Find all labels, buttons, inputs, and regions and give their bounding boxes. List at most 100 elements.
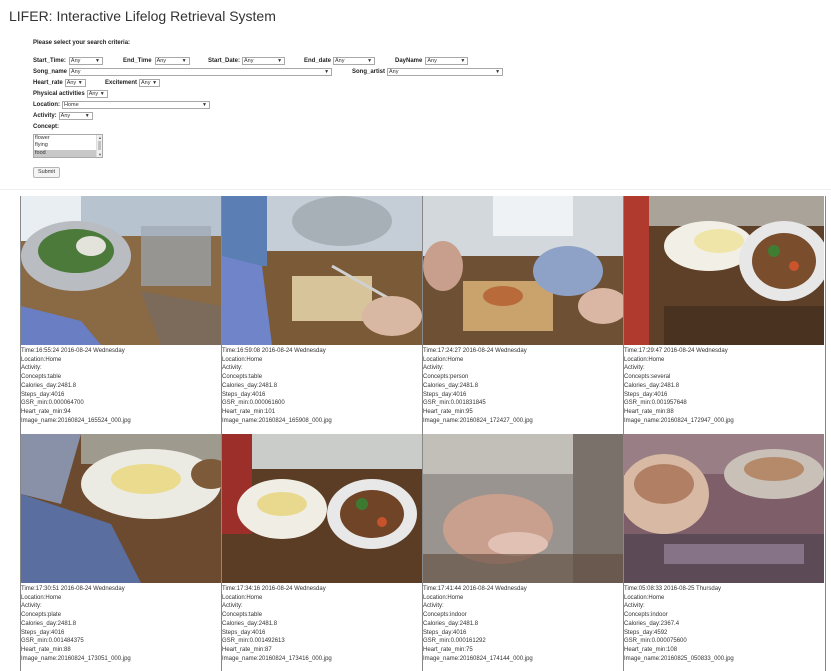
- song-artist-select[interactable]: Any ▼: [387, 68, 504, 76]
- result-calories: Calories_day:2367.4: [624, 620, 680, 627]
- concept-option-flying[interactable]: flying: [34, 142, 102, 149]
- lifelog-photo[interactable]: [21, 196, 221, 345]
- submit-button[interactable]: Submit: [33, 167, 60, 178]
- result-calories: Calories_day:2481.8: [21, 382, 77, 389]
- listbox-scrollbar[interactable]: ▲ ▼: [96, 135, 102, 157]
- concept-listbox[interactable]: flower flying food ▲ ▼: [33, 134, 103, 158]
- result-meta: Time:17:30:51 2016-08-24 Wednesday Locat…: [21, 585, 221, 663]
- result-location: Location:Home: [21, 356, 62, 363]
- result-calories: Calories_day:2481.8: [222, 382, 278, 389]
- excitement-select[interactable]: Any ▼: [139, 79, 161, 87]
- start-time-select[interactable]: Any ▼: [68, 57, 103, 65]
- result-concepts: Concepts:indoor: [624, 612, 668, 619]
- lifelog-photo[interactable]: [222, 434, 422, 583]
- result-location: Location:Home: [423, 356, 464, 363]
- result-heart-rate: Heart_rate_min:87: [222, 646, 272, 653]
- result-heart-rate: Heart_rate_min:88: [624, 408, 674, 415]
- result-image-name: Image_name:20160824_173416_000.jpg: [222, 655, 332, 662]
- result-item: Time:17:29:47 2016-08-24 Wednesday Locat…: [624, 196, 824, 434]
- heart-rate-select[interactable]: Any ▼: [64, 79, 86, 87]
- chevron-down-icon: ▼: [495, 69, 501, 75]
- location-label: Location:: [33, 102, 60, 108]
- physical-activities-label: Physical activities: [33, 91, 85, 97]
- result-time: Time:17:30:51 2016-08-24 Wednesday: [21, 586, 125, 592]
- result-heart-rate: Heart_rate_min:95: [423, 408, 473, 415]
- chevron-down-icon: ▼: [324, 69, 330, 75]
- result-concepts: Concepts:several: [624, 374, 671, 381]
- result-steps: Steps_day:4016: [222, 391, 266, 398]
- chevron-down-icon: ▼: [84, 113, 90, 119]
- result-calories: Calories_day:2481.8: [21, 620, 77, 627]
- result-image-name: Image_name:20160824_172947_000.jpg: [624, 417, 734, 424]
- result-gsr: GSR_min:0.001492613: [222, 638, 285, 645]
- result-meta: Time:05:08:33 2016-08-25 Thursday Locati…: [624, 585, 824, 663]
- chevron-down-icon: ▼: [367, 58, 373, 64]
- start-time-label: Start_Time:: [33, 58, 66, 64]
- result-time: Time:17:24:27 2016-08-24 Wednesday: [423, 348, 527, 354]
- chevron-down-icon: ▼: [152, 80, 158, 86]
- result-activity: Activity:: [21, 365, 42, 372]
- start-date-label: Start_Date:: [208, 58, 241, 64]
- result-concepts: Concepts:plate: [21, 612, 62, 619]
- song-name-select[interactable]: Any ▼: [69, 68, 333, 76]
- end-time-select[interactable]: Any ▼: [154, 57, 190, 65]
- scrollbar-thumb[interactable]: [98, 141, 101, 150]
- lifelog-photo[interactable]: [624, 196, 824, 345]
- lifelog-photo[interactable]: [423, 196, 623, 345]
- result-gsr: GSR_min:0.000075600: [624, 638, 687, 645]
- concept-option-food[interactable]: food: [34, 149, 102, 157]
- result-item: Time:16:59:08 2016-08-24 Wednesday Locat…: [222, 196, 422, 434]
- result-steps: Steps_day:4592: [624, 629, 668, 636]
- lifelog-photo[interactable]: [21, 434, 221, 583]
- result-steps: Steps_day:4016: [423, 629, 467, 636]
- result-item: Time:17:30:51 2016-08-24 Wednesday Locat…: [21, 434, 221, 671]
- result-gsr: GSR_min:0.000061600: [222, 400, 285, 407]
- activity-select[interactable]: Any ▼: [58, 112, 93, 120]
- end-time-label: End_Time: [123, 58, 152, 64]
- result-steps: Steps_day:4016: [222, 629, 266, 636]
- result-calories: Calories_day:2481.8: [624, 382, 680, 389]
- dayname-select[interactable]: Any ▼: [425, 57, 469, 65]
- physical-activities-select[interactable]: Any ▼: [86, 90, 108, 98]
- result-item: Time:17:34:16 2016-08-24 Wednesday Locat…: [222, 434, 422, 671]
- scroll-down-icon[interactable]: ▼: [98, 152, 102, 157]
- result-image-name: Image_name:20160824_173051_000.jpg: [21, 655, 131, 662]
- result-image-name: Image_name:20160825_050833_000.jpg: [624, 655, 734, 662]
- chevron-down-icon: ▼: [94, 58, 100, 64]
- location-select[interactable]: Home ▼: [62, 101, 210, 109]
- lifelog-photo[interactable]: [423, 434, 623, 583]
- result-concepts: Concepts:table: [222, 374, 263, 381]
- end-date-select[interactable]: Any ▼: [333, 57, 376, 65]
- start-date-select[interactable]: Any ▼: [242, 57, 286, 65]
- concept-option-flower[interactable]: flower: [34, 135, 102, 142]
- lifelog-photo[interactable]: [222, 196, 422, 345]
- result-item: Time:17:24:27 2016-08-24 Wednesday Locat…: [423, 196, 623, 434]
- result-gsr: GSR_min:0.001831845: [423, 400, 486, 407]
- result-gsr: GSR_min:0.000161292: [423, 638, 486, 645]
- result-steps: Steps_day:4016: [423, 391, 467, 398]
- result-item: Time:05:08:33 2016-08-25 Thursday Locati…: [624, 434, 824, 671]
- result-location: Location:Home: [222, 594, 263, 601]
- result-concepts: Concepts:table: [21, 374, 62, 381]
- result-calories: Calories_day:2481.8: [222, 620, 278, 627]
- result-heart-rate: Heart_rate_min:94: [21, 408, 71, 415]
- result-heart-rate: Heart_rate_min:101: [222, 408, 276, 415]
- scroll-up-icon[interactable]: ▲: [98, 135, 102, 140]
- chevron-down-icon: ▼: [277, 58, 283, 64]
- result-gsr: GSR_min:0.001484375: [21, 638, 84, 645]
- result-location: Location:Home: [423, 594, 464, 601]
- result-location: Location:Home: [222, 356, 263, 363]
- lifelog-photo[interactable]: [624, 434, 824, 583]
- result-steps: Steps_day:4016: [21, 629, 65, 636]
- result-item: Time:17:41:44 2016-08-24 Wednesday Locat…: [423, 434, 623, 671]
- result-image-name: Image_name:20160824_165908_000.jpg: [222, 417, 332, 424]
- result-time: Time:17:34:16 2016-08-24 Wednesday: [222, 586, 326, 592]
- result-activity: Activity:: [423, 365, 444, 372]
- result-concepts: Concepts:indoor: [423, 612, 467, 619]
- result-activity: Activity:: [222, 365, 243, 372]
- result-location: Location:Home: [624, 356, 665, 363]
- result-activity: Activity:: [624, 365, 645, 372]
- result-location: Location:Home: [21, 594, 62, 601]
- result-time: Time:05:08:33 2016-08-25 Thursday: [624, 586, 722, 592]
- result-meta: Time:17:34:16 2016-08-24 Wednesday Locat…: [222, 585, 422, 663]
